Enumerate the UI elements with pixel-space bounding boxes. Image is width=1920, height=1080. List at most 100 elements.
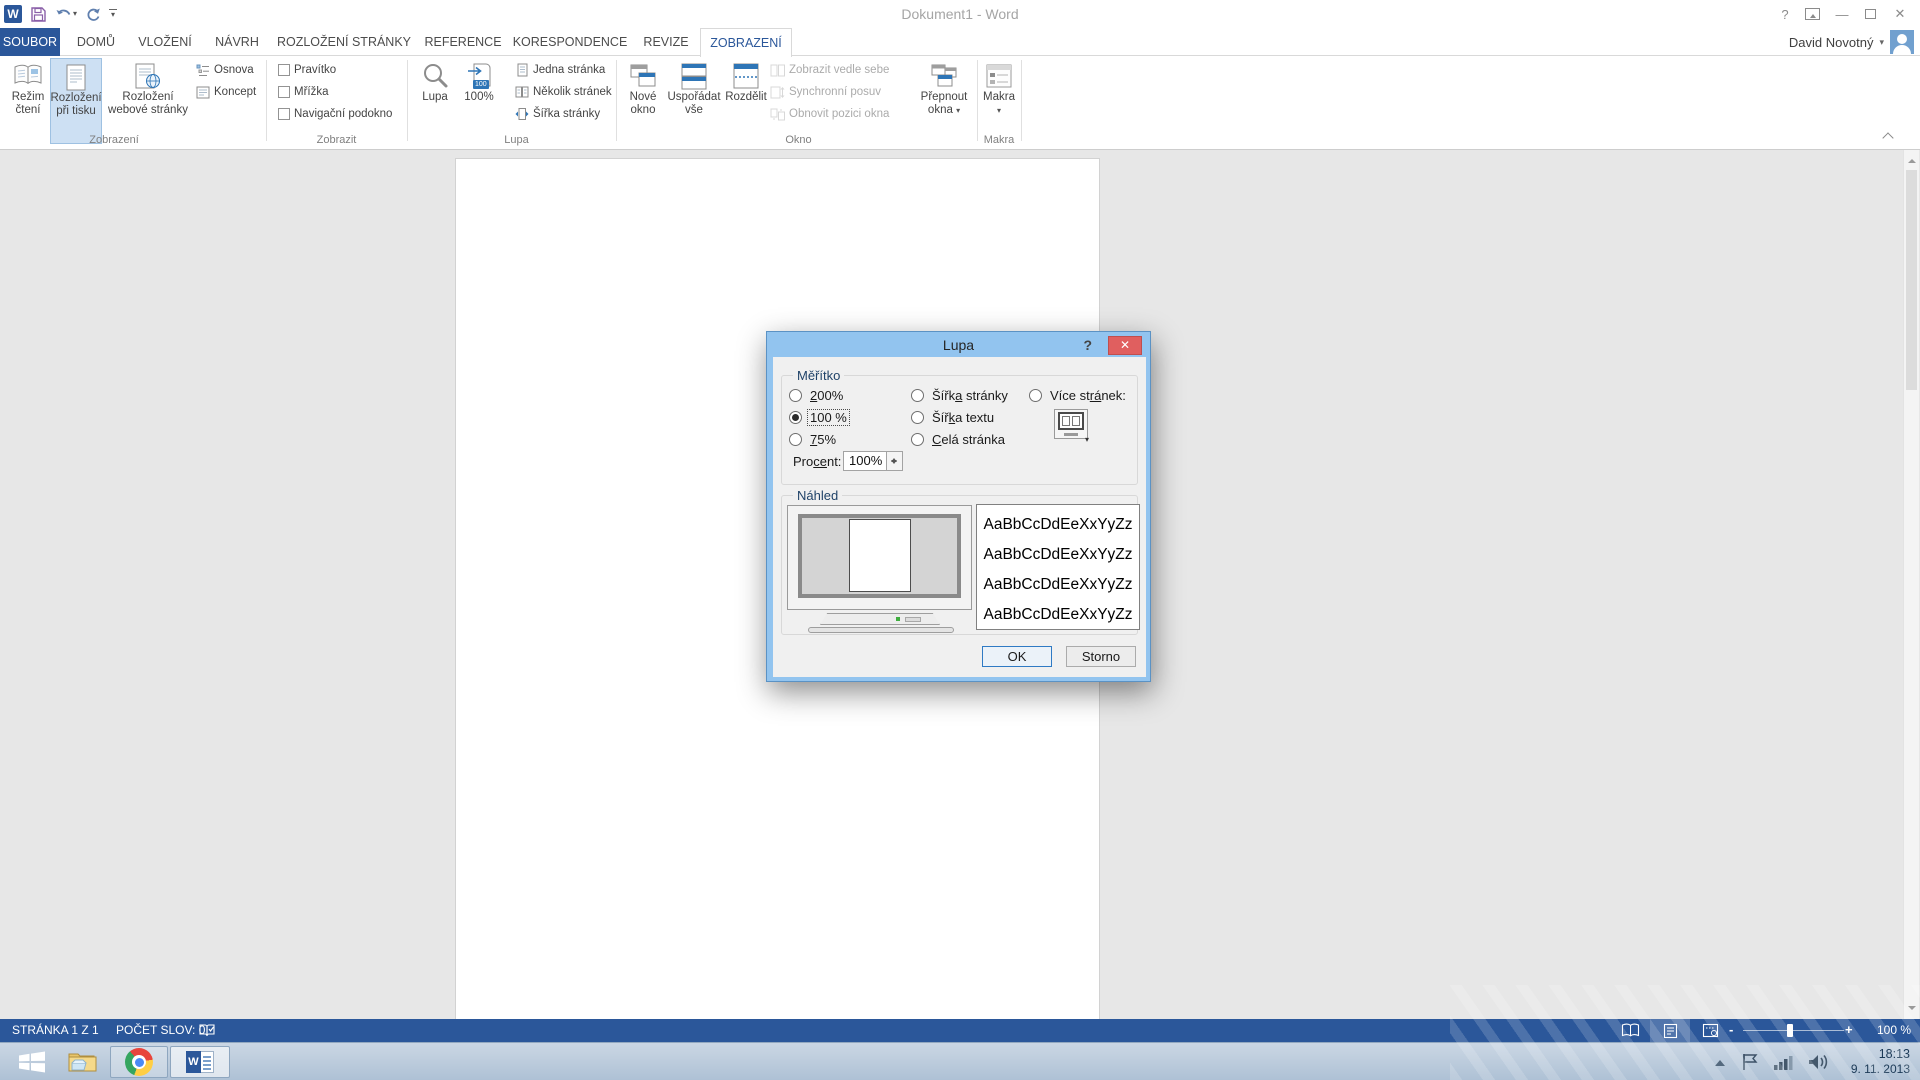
zoom-slider-track[interactable] bbox=[1743, 1030, 1844, 1031]
navigation-pane-checkbox-box[interactable] bbox=[278, 108, 290, 120]
close-button[interactable]: ✕ bbox=[1888, 0, 1912, 28]
proofing-status-button[interactable] bbox=[193, 1019, 219, 1042]
preview-group-label: Náhled bbox=[793, 488, 842, 503]
radio-100-label[interactable]: 100 % bbox=[808, 410, 849, 425]
percent-spinner[interactable] bbox=[887, 451, 903, 471]
read-mode-view-button[interactable] bbox=[1612, 1019, 1648, 1042]
page-width-button[interactable]: Šířka stránky bbox=[515, 105, 600, 123]
web-layout-button[interactable]: Rozložení webové stránky bbox=[104, 58, 192, 144]
volume-icon[interactable] bbox=[1801, 1052, 1837, 1072]
radio-many-pages-label[interactable]: Více stránek: bbox=[1050, 388, 1126, 403]
minimize-button[interactable]: — bbox=[1830, 0, 1854, 28]
zoom-100-button[interactable]: 100 100% bbox=[459, 58, 499, 144]
scroll-down-arrow[interactable] bbox=[1908, 1006, 1916, 1014]
switch-windows-button[interactable]: Přepnout okna ▾ bbox=[916, 58, 972, 144]
help-button[interactable]: ? bbox=[1774, 0, 1796, 28]
preview-line: AaBbCcDdEeXxYyZz bbox=[977, 510, 1139, 540]
scale-group-label: Měřítko bbox=[793, 368, 844, 383]
dialog-help-button[interactable]: ? bbox=[1083, 337, 1092, 353]
zoom-out-button[interactable]: - bbox=[1729, 1022, 1733, 1037]
zoom-in-button[interactable]: + bbox=[1845, 1022, 1853, 1037]
customize-qat-button[interactable]: ▾ bbox=[105, 2, 121, 26]
tab-domu[interactable]: DOMŮ bbox=[70, 28, 122, 56]
radio-text-width[interactable] bbox=[911, 411, 924, 424]
tab-rozlozeni-stranky[interactable]: ROZLOŽENÍ STRÁNKY bbox=[272, 28, 416, 56]
tab-zobrazeni[interactable]: ZOBRAZENÍ bbox=[700, 28, 792, 57]
start-button[interactable] bbox=[8, 1046, 56, 1078]
maximize-button[interactable] bbox=[1858, 0, 1882, 28]
word-taskbar-button[interactable]: W bbox=[170, 1046, 230, 1078]
word-app-icon[interactable]: W bbox=[0, 2, 26, 26]
new-window-button[interactable]: Nové okno bbox=[622, 58, 664, 144]
ribbon-display-options-button[interactable] bbox=[1800, 0, 1824, 28]
navigation-pane-checkbox[interactable]: Navigační podokno bbox=[278, 105, 392, 123]
redo-button[interactable] bbox=[81, 2, 105, 26]
vertical-scrollbar[interactable] bbox=[1903, 150, 1919, 1019]
web-layout-view-button[interactable] bbox=[1692, 1019, 1728, 1042]
split-button[interactable]: Rozdělit bbox=[724, 58, 768, 144]
collapse-ribbon-chevron[interactable] bbox=[1882, 132, 1893, 143]
zoom-slider-handle[interactable] bbox=[1787, 1024, 1793, 1037]
percent-input[interactable]: 100% bbox=[843, 451, 887, 471]
gridlines-checkbox-box[interactable] bbox=[278, 86, 290, 98]
zoom-button[interactable]: Lupa bbox=[415, 58, 455, 144]
file-explorer-button[interactable] bbox=[60, 1046, 106, 1078]
reset-window-position-icon bbox=[770, 108, 785, 121]
tab-navrh[interactable]: NÁVRH bbox=[208, 28, 266, 56]
many-pages-caret[interactable]: ▾ bbox=[1085, 435, 1089, 444]
action-center-flag-icon[interactable] bbox=[1733, 1052, 1767, 1072]
arrange-all-button[interactable]: Uspořádat vše bbox=[666, 58, 722, 144]
undo-button[interactable]: ▾ bbox=[51, 2, 81, 26]
macros-button[interactable]: Makra ▾ bbox=[980, 58, 1018, 144]
network-signal-icon[interactable] bbox=[1767, 1053, 1801, 1071]
multiple-pages-icon bbox=[515, 85, 529, 99]
ok-button[interactable]: OK bbox=[982, 646, 1052, 667]
radio-page-width[interactable] bbox=[911, 389, 924, 402]
word-count[interactable]: POČET SLOV: 0 bbox=[116, 1023, 205, 1037]
draft-view-button[interactable]: Koncept bbox=[196, 83, 256, 101]
tab-korespondence[interactable]: KORESPONDENCE bbox=[510, 28, 630, 56]
tab-vlozeni[interactable]: VLOŽENÍ bbox=[130, 28, 200, 56]
gridlines-checkbox[interactable]: Mřížka bbox=[278, 83, 329, 101]
ruler-checkbox-box[interactable] bbox=[278, 64, 290, 76]
spinner-down-arrow[interactable] bbox=[891, 460, 897, 467]
preview-line: AaBbCcDdEeXxYyZz bbox=[977, 570, 1139, 600]
chrome-taskbar-button[interactable] bbox=[110, 1046, 168, 1078]
save-button[interactable] bbox=[26, 2, 51, 26]
radio-page-width-label[interactable]: Šířka stránky bbox=[932, 388, 1008, 403]
many-pages-monitor-button[interactable] bbox=[1054, 409, 1088, 439]
tab-soubor[interactable]: SOUBOR bbox=[0, 28, 60, 56]
radio-200-label[interactable]: 200% bbox=[810, 388, 843, 403]
scrollbar-thumb[interactable] bbox=[1906, 170, 1917, 390]
draft-icon bbox=[196, 86, 210, 99]
radio-whole-page-label[interactable]: Celá stránka bbox=[932, 432, 1005, 447]
taskbar-clock[interactable]: 18:13 9. 11. 2013 bbox=[1851, 1047, 1910, 1077]
tab-reference[interactable]: REFERENCE bbox=[422, 28, 504, 56]
zoom-percentage[interactable]: 100 % bbox=[1863, 1023, 1911, 1037]
radio-200[interactable] bbox=[789, 389, 802, 402]
radio-100[interactable] bbox=[789, 411, 802, 424]
radio-75[interactable] bbox=[789, 433, 802, 446]
radio-text-width-label[interactable]: Šířka textu bbox=[932, 410, 994, 425]
radio-whole-page[interactable] bbox=[911, 433, 924, 446]
radio-75-label[interactable]: 75% bbox=[810, 432, 836, 447]
read-mode-button[interactable]: Režim čtení bbox=[8, 58, 48, 144]
scroll-up-arrow[interactable] bbox=[1908, 155, 1916, 163]
multiple-pages-button[interactable]: Několik stránek bbox=[515, 83, 612, 101]
one-page-button[interactable]: Jedna stránka bbox=[515, 61, 605, 79]
dialog-title[interactable]: Lupa bbox=[767, 332, 1150, 357]
dialog-close-button[interactable]: ✕ bbox=[1108, 336, 1142, 355]
tab-revize[interactable]: REVIZE bbox=[636, 28, 696, 56]
account-area[interactable]: David Novotný ▾ bbox=[1789, 30, 1914, 54]
word-application-window: W ▾ ▾ Dokument1 - Word ? — ✕ SOUBOR DOMŮ… bbox=[0, 0, 1920, 1080]
page-indicator[interactable]: STRÁNKA 1 Z 1 bbox=[12, 1023, 99, 1037]
file-explorer-icon bbox=[67, 1049, 99, 1075]
print-layout-button[interactable]: Rozložení při tisku bbox=[50, 58, 102, 144]
radio-many-pages[interactable] bbox=[1029, 389, 1042, 402]
user-avatar[interactable] bbox=[1890, 30, 1914, 54]
cancel-button[interactable]: Storno bbox=[1066, 646, 1136, 667]
print-layout-view-button[interactable] bbox=[1650, 1019, 1690, 1042]
ruler-checkbox[interactable]: Pravítko bbox=[278, 61, 336, 79]
show-hidden-icons-button[interactable] bbox=[1707, 1059, 1733, 1066]
outline-view-button[interactable]: Osnova bbox=[196, 61, 254, 79]
